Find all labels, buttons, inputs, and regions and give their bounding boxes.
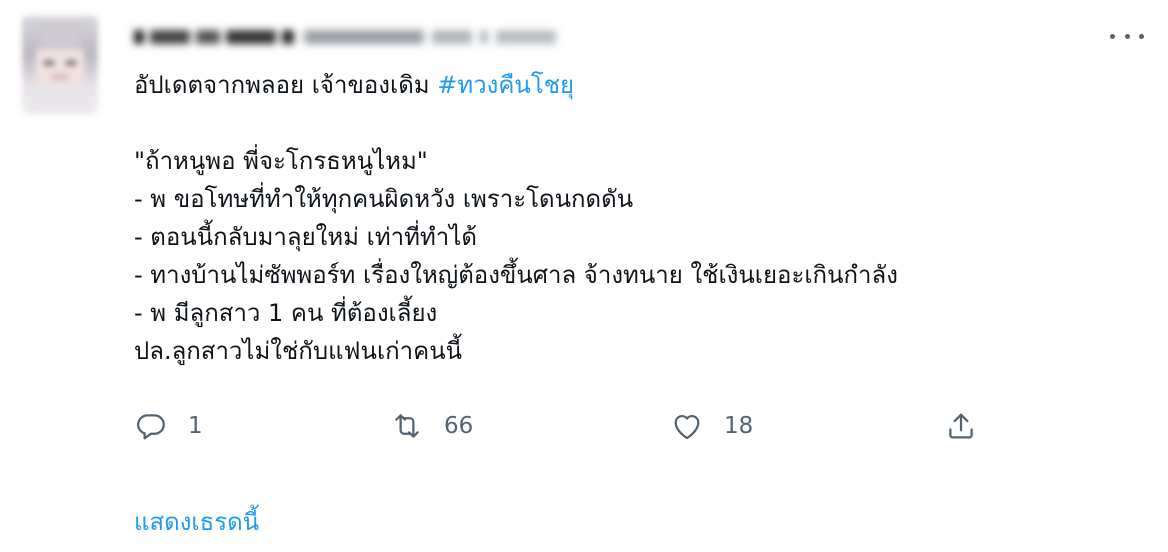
tweet-text: อัปเดตจากพลอย เจ้าของเดิม #ทวงคืนโชยุ "ถ… <box>134 66 1114 370</box>
tweet-line: อัปเดตจากพลอย เจ้าของเดิม #ทวงคืนโชยุ <box>134 66 1114 104</box>
reply-count: 1 <box>188 413 203 439</box>
tweet-line: "ถ้าหนูพอ พี่จะโกรธหนูไหม" <box>134 147 428 175</box>
heart-icon <box>674 415 700 440</box>
show-thread-link[interactable]: แสดงเธรดนี้ <box>134 502 259 541</box>
tweet-line-text: อัปเดตจากพลอย เจ้าของเดิม <box>134 71 438 99</box>
retweet-count: 66 <box>444 413 474 439</box>
action-bar: 1 66 18 <box>134 400 994 452</box>
like-button[interactable]: 18 <box>670 406 753 446</box>
retweet-button[interactable]: 66 <box>390 406 473 446</box>
tweet-line: - พ ขอโทษที่ทำให้ทุกคนผิดหวัง เพราะโดนกด… <box>134 185 634 213</box>
reply-icon <box>137 414 165 440</box>
hashtag-link[interactable]: #ทวงคืนโชยุ <box>437 71 574 99</box>
retweet-icon <box>395 414 419 438</box>
reply-button[interactable]: 1 <box>134 406 203 446</box>
share-icon <box>949 413 973 439</box>
tweet-line: ปล.ลูกสาวไม่ใช่กับแฟนเก่าคนนี้ <box>134 337 463 365</box>
tweet-line: - พ มีลูกสาว 1 คน ที่ต้องเลี้ยง <box>134 299 438 327</box>
tweet-line: - ทางบ้านไม่ซัพพอร์ท เรื่องใหญ่ต้องขึ้นศ… <box>134 261 898 289</box>
like-count: 18 <box>724 413 754 439</box>
avatar[interactable] <box>22 16 98 114</box>
author-handle-blurred[interactable] <box>134 26 574 48</box>
tweet-line: - ตอนนี้กลับมาลุยใหม่ เท่าที่ทำได้ <box>134 223 477 251</box>
more-icon[interactable] <box>1110 26 1144 46</box>
share-button[interactable] <box>944 406 978 446</box>
tweet: อัปเดตจากพลอย เจ้าของเดิม #ทวงคืนโชยุ "ถ… <box>0 0 1168 552</box>
